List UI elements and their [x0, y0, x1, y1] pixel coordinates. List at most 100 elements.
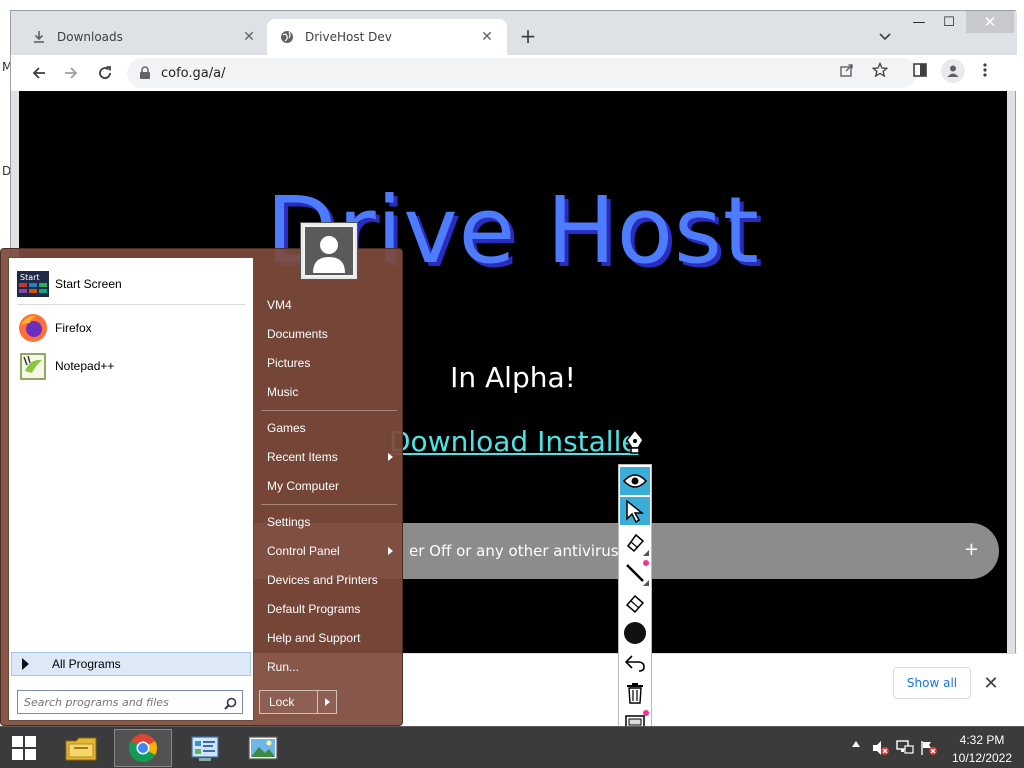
start-item-vm4[interactable]: VM4 — [261, 291, 399, 319]
image-viewer-icon — [248, 736, 278, 760]
user-avatar[interactable] — [301, 223, 357, 279]
tab-drivehost-dev[interactable]: DriveHost Dev ✕ — [267, 19, 507, 55]
start-button[interactable] — [0, 727, 48, 768]
search-box[interactable] — [17, 690, 243, 714]
start-item-pictures[interactable]: Pictures — [261, 349, 399, 377]
globe-icon — [279, 29, 295, 45]
program-label: Notepad++ — [55, 359, 115, 373]
lock-options-arrow-button[interactable] — [317, 690, 337, 714]
start-item-label: Help and Support — [267, 631, 361, 645]
tab-search-chevron-icon[interactable] — [875, 27, 895, 47]
start-item-label: Games — [267, 421, 306, 435]
start-badge-text: Start — [20, 273, 40, 282]
tab-downloads[interactable]: Downloads ✕ — [19, 19, 269, 55]
tab-title: Downloads — [57, 30, 123, 44]
start-item-label: Run... — [267, 660, 300, 674]
eye-icon[interactable] — [620, 467, 650, 495]
address-bar[interactable]: cofo.ga/a/ — [127, 58, 917, 88]
tab-strip: Downloads ✕ DriveHost Dev ✕ + — ☐ ✕ — [11, 11, 1017, 55]
window-minimize-button[interactable]: — — [904, 11, 934, 33]
new-tab-button[interactable]: + — [517, 24, 539, 48]
lock-button[interactable]: Lock — [259, 690, 317, 714]
start-item-help-and-support[interactable]: Help and Support — [261, 624, 399, 652]
expand-plus-icon[interactable]: + — [964, 539, 979, 560]
submenu-arrow-icon — [388, 453, 393, 461]
start-item-label: VM4 — [267, 298, 292, 312]
color-dot-icon[interactable] — [620, 619, 650, 647]
start-menu: Start Start Screen Firefox Notepad++ All… — [0, 223, 403, 726]
tool-color-indicator — [643, 560, 649, 566]
highlighter-icon[interactable] — [620, 529, 650, 557]
all-programs-button[interactable]: All Programs — [11, 652, 251, 676]
tab-close-icon[interactable]: ✕ — [479, 29, 495, 45]
bookmark-star-icon[interactable] — [872, 62, 888, 78]
program-firefox[interactable]: Firefox — [13, 310, 249, 346]
notepad-plus-plus-icon — [17, 350, 49, 382]
forward-arrow-icon[interactable] — [57, 59, 85, 87]
drawing-toolbar — [618, 464, 652, 768]
volume-muted-icon[interactable] — [872, 739, 890, 757]
start-item-devices-and-printers[interactable]: Devices and Printers — [261, 566, 399, 594]
start-menu-programs-pane: Start Start Screen Firefox Notepad++ All… — [8, 257, 254, 721]
download-installer-link[interactable]: Download Installe — [389, 425, 639, 458]
lock-icon — [139, 66, 153, 80]
start-item-my-computer[interactable]: My Computer — [261, 472, 399, 500]
file-explorer-icon — [65, 737, 97, 761]
action-center-flag-icon[interactable] — [920, 739, 938, 757]
side-panel-icon[interactable] — [912, 62, 928, 78]
program-notepad-plus-plus[interactable]: Notepad++ — [13, 348, 249, 384]
eraser-icon[interactable] — [620, 589, 650, 617]
show-hidden-icons-chevron-icon[interactable] — [852, 741, 860, 747]
network-icon[interactable] — [896, 739, 914, 757]
back-arrow-icon[interactable] — [25, 59, 53, 87]
start-item-run[interactable]: Run... — [261, 653, 399, 681]
share-icon[interactable] — [839, 62, 855, 78]
taskbar-image-viewer[interactable] — [234, 729, 292, 767]
more-menu-icon[interactable] — [977, 62, 993, 78]
taskbar-file-explorer[interactable] — [52, 729, 110, 767]
start-item-default-programs[interactable]: Default Programs — [261, 595, 399, 623]
program-label: Firefox — [55, 321, 92, 335]
program-label: Start Screen — [55, 277, 122, 291]
pen-nib-icon[interactable] — [620, 426, 650, 458]
clock-time[interactable]: 4:32 PM — [950, 733, 1014, 747]
url-text: cofo.ga/a/ — [161, 65, 226, 81]
shelf-close-icon[interactable]: ✕ — [979, 671, 1003, 695]
trash-icon[interactable] — [620, 679, 650, 707]
start-item-recent-items[interactable]: Recent Items — [261, 443, 399, 471]
start-item-control-panel[interactable]: Control Panel — [261, 537, 399, 565]
taskbar-control-panel[interactable] — [176, 729, 234, 767]
search-icon[interactable] — [222, 695, 238, 711]
start-item-label: Control Panel — [267, 544, 340, 558]
line-icon[interactable] — [620, 559, 650, 587]
tool-color-indicator — [643, 710, 649, 716]
reload-icon[interactable] — [91, 59, 119, 87]
start-item-documents[interactable]: Documents — [261, 320, 399, 348]
tool-options-corner — [643, 550, 649, 556]
show-all-button[interactable]: Show all — [893, 667, 971, 699]
window-close-button[interactable]: ✕ — [966, 11, 1014, 33]
start-item-label: Settings — [267, 515, 311, 529]
start-item-label: Documents — [267, 327, 328, 341]
window-maximize-button[interactable]: ☐ — [934, 11, 964, 33]
browser-toolbar: cofo.ga/a/ — [11, 55, 1017, 91]
start-item-label: Pictures — [267, 356, 311, 370]
start-item-music[interactable]: Music — [261, 378, 399, 406]
start-menu-separator — [261, 410, 397, 411]
profile-avatar-icon[interactable] — [941, 59, 965, 83]
chrome-icon — [128, 734, 157, 763]
program-start-screen[interactable]: Start Start Screen — [13, 266, 249, 302]
cursor-arrow-icon[interactable] — [620, 497, 650, 525]
taskbar: 4:32 PM 10/12/2022 — [0, 726, 1024, 768]
taskbar-chrome[interactable] — [114, 729, 172, 767]
start-item-settings[interactable]: Settings — [261, 508, 399, 536]
undo-icon[interactable] — [620, 649, 650, 677]
start-item-games[interactable]: Games — [261, 414, 399, 442]
clock-date[interactable]: 10/12/2022 — [944, 751, 1020, 765]
lock-arrow-icon — [324, 698, 330, 706]
start-item-label: Music — [267, 385, 299, 399]
download-icon — [31, 29, 47, 45]
start-item-label: Devices and Printers — [267, 573, 378, 587]
search-input[interactable] — [24, 695, 220, 709]
tab-close-icon[interactable]: ✕ — [241, 29, 257, 45]
